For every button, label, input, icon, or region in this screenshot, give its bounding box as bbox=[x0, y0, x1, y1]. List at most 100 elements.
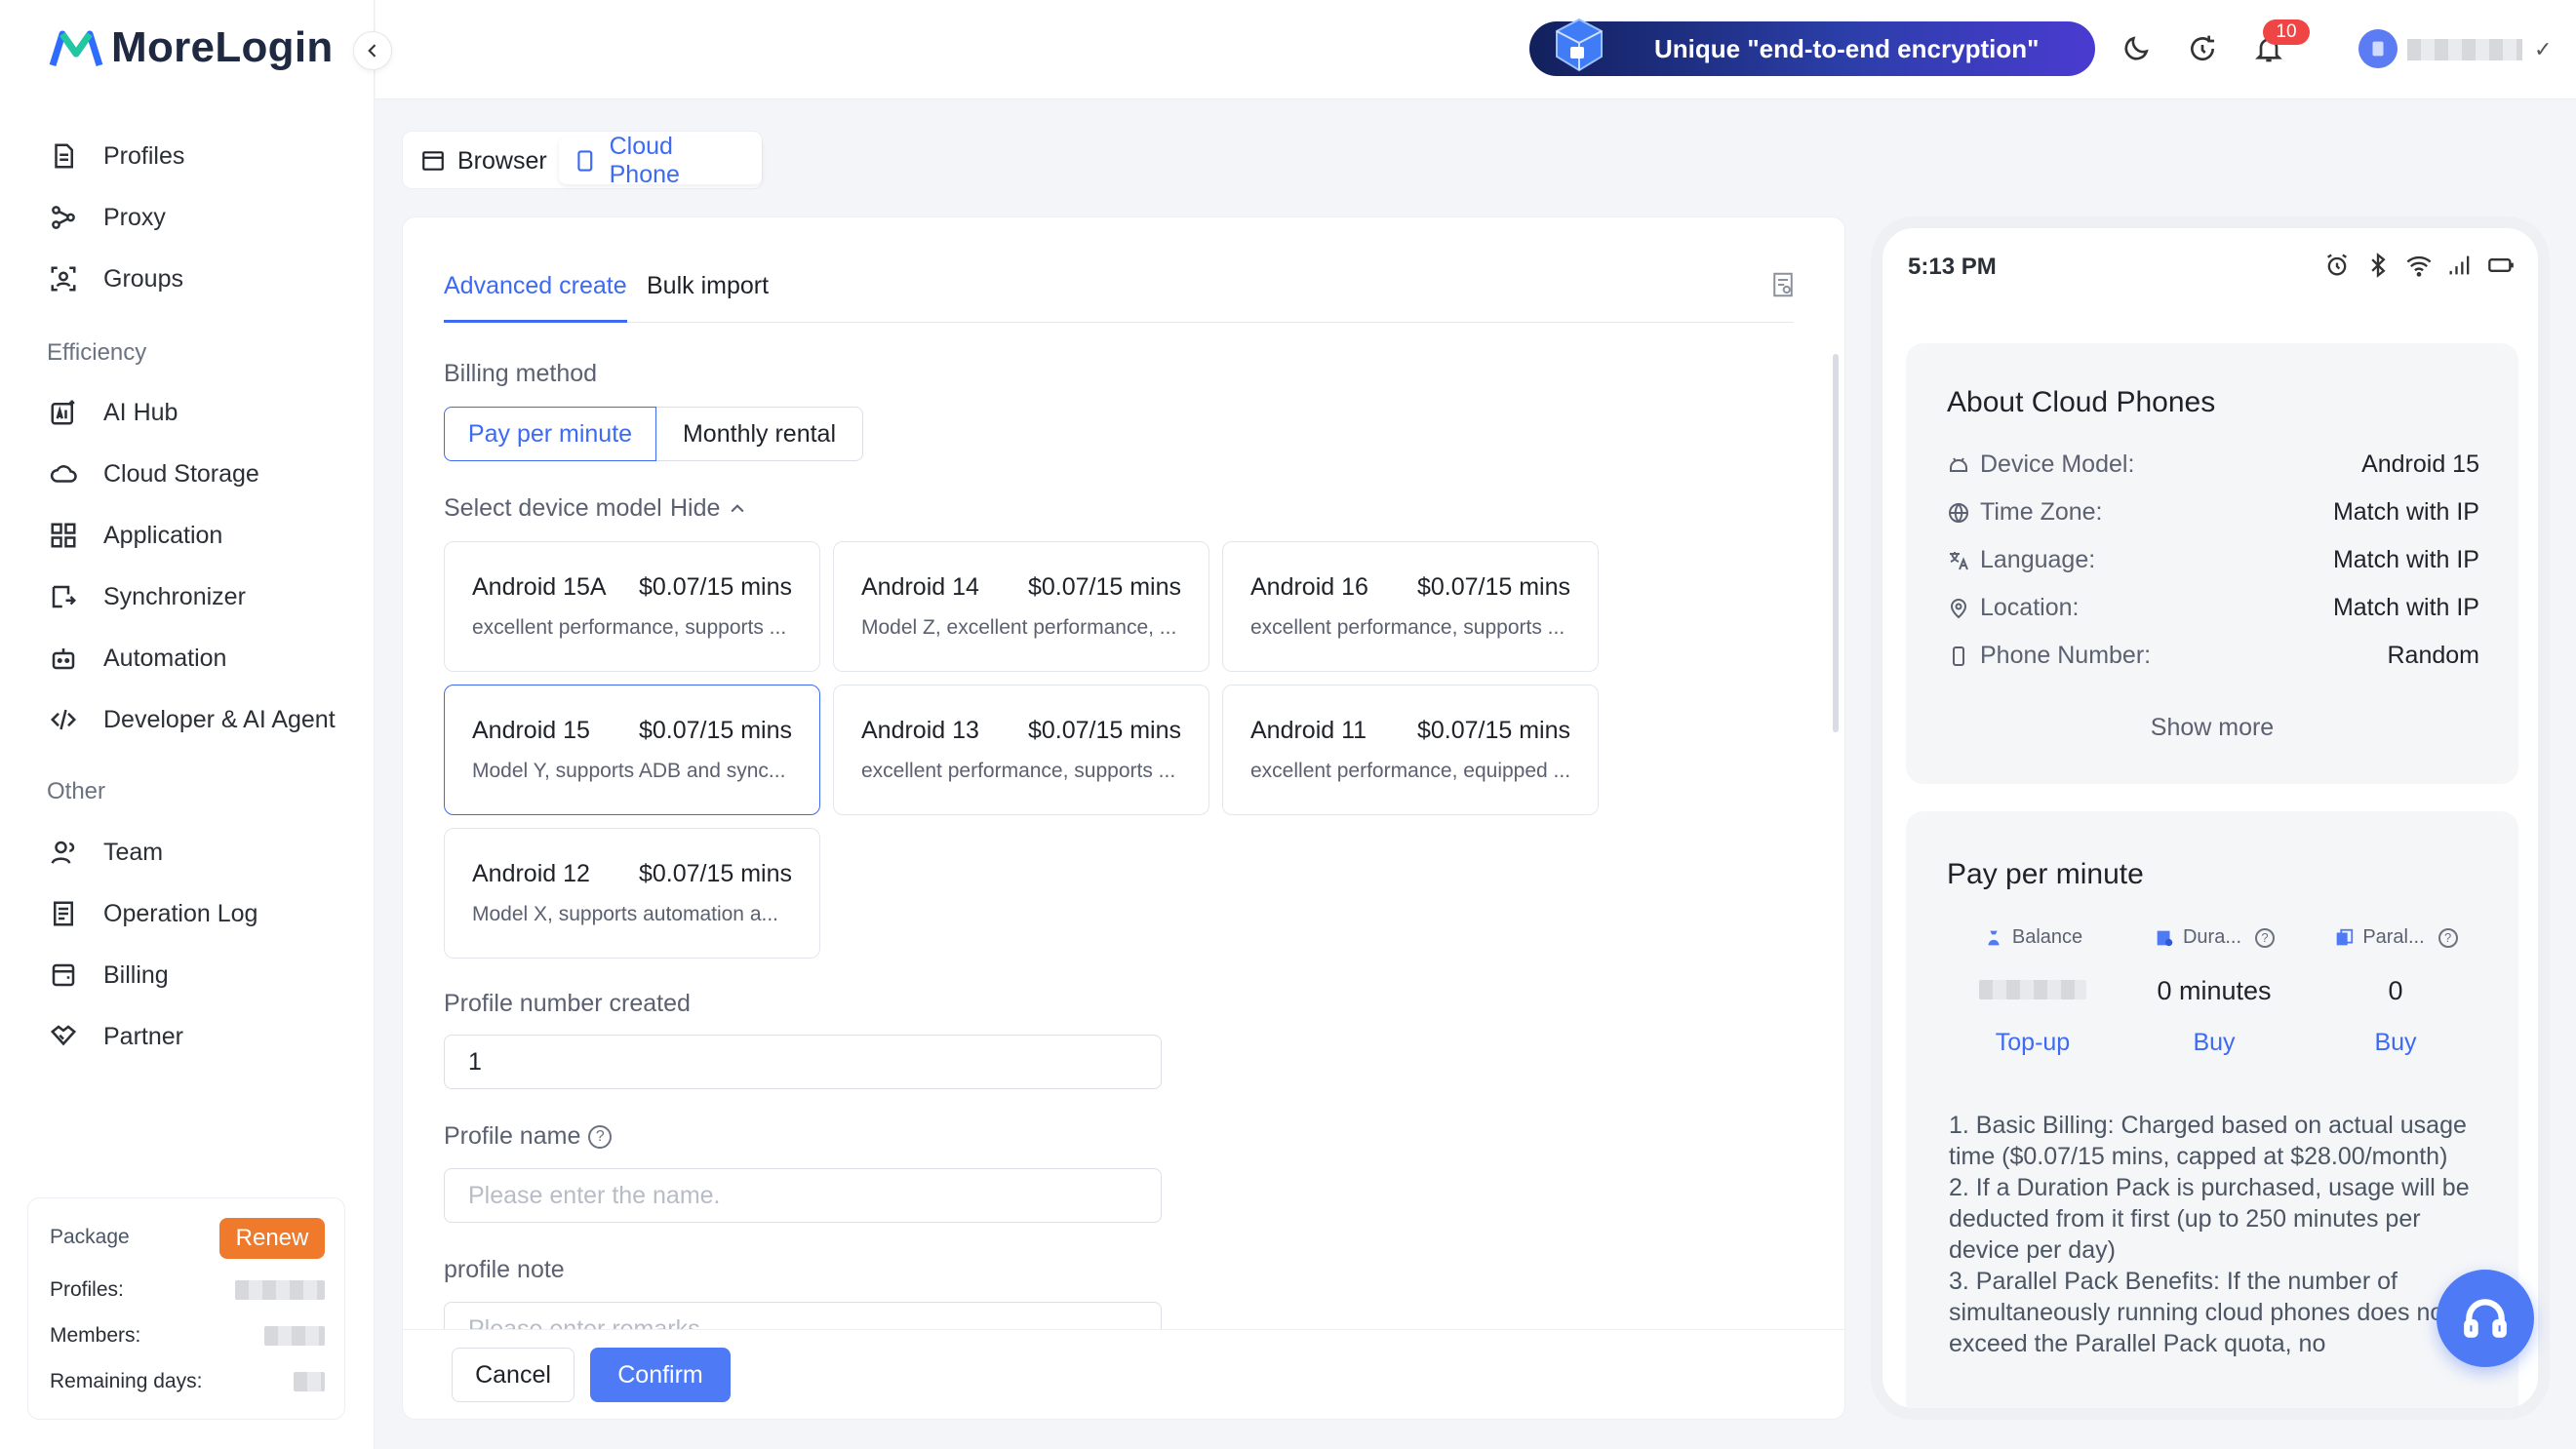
help-icon[interactable]: ? bbox=[588, 1125, 613, 1150]
ai-hub-icon bbox=[47, 396, 80, 429]
device-card[interactable]: Android 13 $0.07/15 mins excellent perfo… bbox=[833, 685, 1209, 815]
app-name: MoreLogin bbox=[111, 23, 334, 71]
promo-banner[interactable]: Unique "end-to-end encryption" bbox=[1529, 18, 2095, 76]
sidebar-item-billing[interactable]: Billing bbox=[47, 954, 169, 997]
profile-note-label: profile note bbox=[444, 1256, 565, 1283]
sidebar-item-label: AI Hub bbox=[103, 398, 178, 426]
tab-advanced-create[interactable]: Advanced create bbox=[444, 272, 627, 323]
pay-per-minute-card: Pay per minute Balance Top-up Dura...? 0… bbox=[1906, 811, 2518, 1408]
about-title: About Cloud Phones bbox=[1947, 386, 2216, 418]
package-profiles-value-redacted bbox=[235, 1280, 325, 1300]
sidebar-item-label: Cloud Storage bbox=[103, 459, 259, 488]
avatar[interactable] bbox=[2358, 29, 2398, 68]
device-card[interactable]: Android 15A $0.07/15 mins excellent perf… bbox=[444, 541, 820, 672]
tab-cloud-phone[interactable]: Cloud Phone bbox=[559, 133, 762, 188]
device-name: Android 11 bbox=[1250, 717, 1367, 744]
document-search-icon[interactable] bbox=[1768, 270, 1798, 299]
device-desc: Model Y, supports ADB and sync... bbox=[472, 760, 786, 782]
sidebar-item-team[interactable]: Team bbox=[47, 831, 163, 874]
package-members-label: Members: bbox=[50, 1324, 141, 1347]
profile-name-label-text: Profile name bbox=[444, 1122, 581, 1150]
profile-number-input[interactable]: 1 bbox=[444, 1035, 1162, 1089]
info-value: Android 15 bbox=[2361, 450, 2479, 478]
device-desc: Model X, supports automation a... bbox=[472, 903, 779, 925]
sidebar-item-proxy[interactable]: Proxy bbox=[47, 196, 166, 239]
support-button[interactable] bbox=[2437, 1270, 2534, 1367]
collapse-sidebar-button[interactable] bbox=[353, 31, 392, 70]
chevron-left-icon bbox=[368, 44, 376, 58]
chevron-down-icon[interactable]: ✓ bbox=[2534, 37, 2552, 62]
info-key: Time Zone: bbox=[1980, 498, 2103, 526]
buy-parallel-link[interactable]: Buy bbox=[2308, 1029, 2483, 1057]
sidebar-item-label: Application bbox=[103, 521, 223, 549]
tab-browser[interactable]: Browser bbox=[407, 137, 561, 184]
device-card[interactable]: Android 14 $0.07/15 mins Model Z, excell… bbox=[833, 541, 1209, 672]
billing-rules-text: 1. Basic Billing: Charged based on actua… bbox=[1949, 1112, 2470, 1357]
device-model-label: Select device model bbox=[444, 494, 662, 522]
device-desc: excellent performance, supports ... bbox=[1250, 616, 1565, 639]
device-name: Android 16 bbox=[1250, 573, 1368, 601]
device-card-selected[interactable]: Android 15 $0.07/15 mins Model Y, suppor… bbox=[444, 685, 820, 815]
tab-bulk-import[interactable]: Bulk import bbox=[647, 272, 769, 323]
cancel-button[interactable]: Cancel bbox=[452, 1348, 575, 1402]
billing-pay-per-minute[interactable]: Pay per minute bbox=[444, 407, 656, 461]
help-icon[interactable]: ? bbox=[2437, 927, 2458, 948]
sidebar-item-operation-log[interactable]: Operation Log bbox=[47, 892, 258, 935]
help-icon[interactable]: ? bbox=[2255, 927, 2276, 948]
cube-icon bbox=[1556, 18, 1603, 72]
browser-icon bbox=[422, 151, 444, 171]
device-price: $0.07/15 mins bbox=[638, 717, 792, 744]
username-redacted[interactable] bbox=[2407, 39, 2522, 60]
sidebar-item-developer[interactable]: Developer & AI Agent bbox=[47, 698, 336, 741]
dark-mode-toggle[interactable] bbox=[2117, 29, 2156, 68]
sidebar-item-synchronizer[interactable]: Synchronizer bbox=[47, 575, 246, 618]
stat-value bbox=[1945, 976, 2120, 1007]
device-price: $0.07/15 mins bbox=[1027, 573, 1181, 601]
device-price: $0.07/15 mins bbox=[638, 573, 792, 601]
stat-head-label: Balance bbox=[2011, 926, 2083, 948]
stat-value: 0 minutes bbox=[2157, 976, 2272, 1005]
device-price: $0.07/15 mins bbox=[1027, 717, 1181, 744]
sidebar-item-application[interactable]: Application bbox=[47, 514, 222, 557]
sidebar-item-ai-hub[interactable]: AI Hub bbox=[47, 391, 178, 434]
sidebar-item-profiles[interactable]: Profiles bbox=[47, 135, 184, 177]
renew-button[interactable]: Renew bbox=[219, 1218, 325, 1259]
sync-status-button[interactable] bbox=[2183, 29, 2222, 68]
sidebar-item-automation[interactable]: Automation bbox=[47, 637, 226, 680]
device-name: Android 15 bbox=[472, 717, 590, 744]
device-card[interactable]: Android 16 $0.07/15 mins excellent perfo… bbox=[1222, 541, 1599, 672]
profile-number-label: Profile number created bbox=[444, 990, 691, 1017]
profile-name-input[interactable]: Please enter the name. bbox=[444, 1168, 1162, 1223]
device-name: Android 12 bbox=[472, 860, 590, 887]
info-row-phone-number: Phone Number: Random bbox=[1947, 642, 2479, 670]
sidebar-item-label: Billing bbox=[103, 960, 169, 989]
stat-value: 0 bbox=[2388, 976, 2403, 1005]
battery-icon bbox=[2488, 258, 2514, 272]
billing-method-label: Billing method bbox=[444, 360, 598, 387]
info-row-time-zone: Time Zone: Match with IP bbox=[1947, 498, 2479, 527]
form-scrollbar[interactable] bbox=[1833, 354, 1839, 732]
device-card[interactable]: Android 11 $0.07/15 mins excellent perfo… bbox=[1222, 685, 1599, 815]
status-time: 5:13 PM bbox=[1908, 254, 1997, 280]
billing-monthly-rental[interactable]: Monthly rental bbox=[656, 407, 863, 461]
wifi-icon bbox=[2406, 255, 2432, 277]
phone-preview: 5:13 PM About Cloud Phones Device Model:… bbox=[1871, 216, 2550, 1420]
package-remaining-value-redacted bbox=[294, 1372, 325, 1391]
buy-duration-link[interactable]: Buy bbox=[2126, 1029, 2302, 1057]
confirm-button[interactable]: Confirm bbox=[590, 1348, 731, 1402]
device-card[interactable]: Android 12 $0.07/15 mins Model X, suppor… bbox=[444, 828, 820, 959]
headset-icon bbox=[2464, 1299, 2507, 1338]
sidebar-item-cloud-storage[interactable]: Cloud Storage bbox=[47, 452, 259, 495]
show-more-link[interactable]: Show more bbox=[1906, 714, 2518, 742]
sidebar-item-groups[interactable]: Groups bbox=[47, 257, 183, 300]
device-desc: excellent performance, supports ... bbox=[861, 760, 1176, 782]
parallel-pack-icon bbox=[2336, 928, 2354, 945]
tab-cloud-phone-label: Cloud Phone bbox=[609, 133, 680, 188]
logo[interactable]: MoreLogin bbox=[49, 23, 334, 72]
device-name: Android 13 bbox=[861, 717, 979, 744]
sync-icon bbox=[47, 580, 80, 613]
hide-toggle[interactable]: Hide bbox=[670, 494, 747, 523]
team-icon bbox=[47, 836, 80, 869]
top-up-link[interactable]: Top-up bbox=[1945, 1029, 2120, 1057]
sidebar-item-partner[interactable]: Partner bbox=[47, 1015, 183, 1058]
